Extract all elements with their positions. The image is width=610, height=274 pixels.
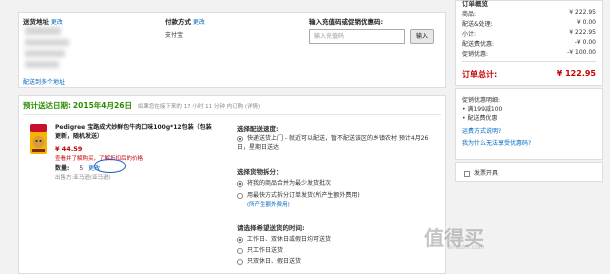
product-image[interactable] bbox=[28, 123, 49, 155]
delivery-date-row: 预计送达日期: 2015年4月26日 如果您在接下来的 17 小时 11 分钟 … bbox=[23, 100, 260, 111]
summary-value: ¥ 222.95 bbox=[569, 9, 596, 16]
shipment-panel: 预计送达日期: 2015年4月26日 如果您在接下来的 17 小时 11 分钟 … bbox=[18, 95, 446, 274]
invoice-panel: 发票开具 bbox=[455, 162, 603, 182]
summary-row: 配送费优惠: -¥ 0.00 bbox=[462, 39, 596, 48]
watermark-site: smzdm.com bbox=[448, 244, 485, 251]
address-label: 送货地址 bbox=[23, 18, 49, 26]
promo-details-panel: 促销优惠明细: • 满199减100 • 配送费优惠 运费方式说明? 我为什么无… bbox=[455, 88, 603, 160]
summary-label: 小计: bbox=[462, 31, 477, 38]
summary-value: ¥ 222.95 bbox=[569, 29, 596, 36]
time-title: 请选择希望送货的时间: bbox=[237, 224, 305, 232]
product-title[interactable]: Pedigree 宝路成犬妙鲜包牛肉口味100g*12包装（包装更新，随机发送） bbox=[55, 123, 217, 141]
coupon-apply-button[interactable]: 输入 bbox=[410, 29, 434, 44]
coupon-input[interactable]: 输入充值码 bbox=[309, 29, 405, 44]
summary-row: 促销优惠: -¥ 100.00 bbox=[462, 49, 596, 58]
summary-row: 小计: ¥ 222.95 bbox=[462, 29, 596, 38]
summary-row: 商品: ¥ 222.95 bbox=[462, 9, 596, 18]
blurred-address-line bbox=[25, 39, 69, 46]
promo-line: • 配送费优惠 bbox=[462, 115, 498, 122]
checkout-page: 送货地址 更改 配送到多个地址 付款方式 更改 支付宝 输入充值码或促销优惠码:… bbox=[0, 0, 610, 274]
address-payment-panel: 送货地址 更改 配送到多个地址 付款方式 更改 支付宝 输入充值码或促销优惠码:… bbox=[18, 12, 446, 88]
split-fee-link[interactable]: (所产生额外费用) bbox=[247, 200, 290, 208]
blurred-name bbox=[25, 27, 61, 35]
time-radio-3[interactable] bbox=[237, 258, 243, 265]
split-option-1-text: 将我的商品合并为最少发货批次 bbox=[247, 180, 332, 187]
time-radio-1[interactable] bbox=[237, 236, 243, 243]
promo-title: 促销优惠明细: bbox=[462, 97, 501, 104]
payment-change-link[interactable]: 更改 bbox=[193, 19, 205, 26]
order-total-row: 订单总计: ¥ 122.95 bbox=[462, 69, 596, 80]
blurred-address-line bbox=[25, 50, 65, 57]
speed-radio[interactable] bbox=[237, 135, 243, 142]
invoice-label: 发票开具 bbox=[474, 170, 499, 177]
payment-section: 付款方式 更改 支付宝 bbox=[165, 16, 205, 39]
payment-value: 支付宝 bbox=[165, 32, 184, 39]
payment-label: 付款方式 bbox=[165, 18, 191, 26]
delivery-date-label: 预计送达日期: bbox=[23, 101, 71, 110]
speed-option[interactable]: 快递送货上门 - 就近可以配送，暂不配送该区的乡镇农村 预计4月26日，星期日送… bbox=[237, 134, 437, 152]
multi-address-link[interactable]: 配送到多个地址 bbox=[23, 77, 65, 86]
time-option-1[interactable]: 工作日、双休日或假日均可送货 bbox=[237, 234, 331, 243]
split-option-2[interactable]: 用最快方式拆分订单发货(所产生额外费用) bbox=[237, 190, 360, 199]
summary-value: -¥ 0.00 bbox=[574, 39, 596, 46]
quantity-value: 5 bbox=[79, 165, 84, 172]
order-total-value: ¥ 122.95 bbox=[556, 69, 596, 78]
order-summary-panel: 订单概览 商品: ¥ 222.95 配送&处理: ¥ 0.00 小计: ¥ 222.9… bbox=[455, 0, 603, 86]
divider bbox=[462, 61, 596, 62]
address-section: 送货地址 更改 bbox=[23, 16, 63, 26]
summary-value: -¥ 100.00 bbox=[567, 49, 596, 56]
split-radio-1[interactable] bbox=[237, 180, 243, 187]
delivery-note: 如果您在接下来的 17 小时 11 分钟 内订购 (详情) bbox=[137, 104, 261, 110]
split-radio-2[interactable] bbox=[237, 192, 243, 199]
summary-label: 配送费优惠: bbox=[462, 41, 495, 48]
coupon-help-link[interactable]: 我为什么无法享受优惠码? bbox=[462, 138, 531, 147]
time-option-2[interactable]: 只工作日送货 bbox=[237, 245, 283, 254]
product-price: ¥ 44.59 bbox=[55, 145, 83, 153]
quantity-label: 数量: bbox=[55, 165, 70, 172]
blurred-address-line bbox=[25, 61, 59, 68]
address-change-link[interactable]: 更改 bbox=[51, 19, 63, 26]
summary-label: 商品: bbox=[462, 11, 477, 18]
order-total-label: 订单总计: bbox=[462, 70, 498, 79]
time-radio-2[interactable] bbox=[237, 247, 243, 254]
coupon-label: 输入充值码或促销优惠码: bbox=[309, 18, 384, 26]
summary-label: 配送&处理: bbox=[462, 21, 493, 28]
shipping-info-link[interactable]: 运费方式说明? bbox=[462, 126, 501, 135]
delivery-date-value: 2015年4月26日 bbox=[72, 101, 132, 110]
summary-label: 促销优惠: bbox=[462, 51, 489, 58]
split-option-2-text: 用最快方式拆分订单发货(所产生额外费用) bbox=[247, 192, 360, 199]
speed-title: 选择配送速度: bbox=[237, 125, 279, 133]
seller-info: 出售方:亚马逊(亚马逊) bbox=[55, 175, 111, 181]
summary-value: ¥ 0.00 bbox=[576, 19, 596, 26]
time-option-3-text: 只双休日、假日送货 bbox=[247, 258, 302, 265]
split-option-1[interactable]: 将我的商品合并为最少发货批次 bbox=[237, 178, 331, 187]
invoice-checkbox[interactable] bbox=[464, 170, 470, 177]
time-option-3[interactable]: 只双休日、假日送货 bbox=[237, 256, 301, 265]
promo-line: • 满199减100 bbox=[462, 106, 503, 113]
time-option-1-text: 工作日、双休日或假日均可送货 bbox=[247, 236, 332, 243]
split-title: 选择货物拆分： bbox=[237, 168, 283, 176]
summary-row: 配送&处理: ¥ 0.00 bbox=[462, 19, 596, 28]
qty-highlight-circle bbox=[94, 159, 126, 173]
time-option-2-text: 只工作日送货 bbox=[247, 247, 284, 254]
invoice-option[interactable]: 发票开具 bbox=[464, 168, 498, 177]
divider bbox=[23, 114, 441, 115]
speed-option-text: 快递送货上门 - 就近可以配送，暂不配送该区的乡镇农村 预计4月26日，星期日送… bbox=[237, 135, 429, 151]
summary-header: 订单概览 bbox=[462, 0, 488, 8]
